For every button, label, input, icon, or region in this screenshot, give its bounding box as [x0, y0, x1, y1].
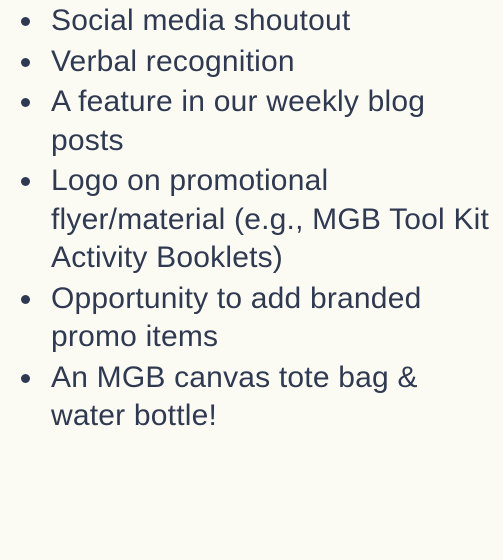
page: Social media shoutout Verbal recognition…: [0, 0, 503, 560]
bullet-icon: [21, 373, 30, 383]
list-item-text: Opportunity to add branded promo items: [51, 281, 422, 354]
bullet-icon: [21, 294, 30, 304]
bullet-icon: [21, 57, 30, 67]
list-item-text: A feature in our weekly blog posts: [51, 85, 426, 157]
bullet-icon: [21, 98, 30, 107]
bullet-icon: [21, 177, 30, 186]
bullet-icon: [21, 17, 30, 26]
list-item: A feature in our weekly blog posts: [0, 83, 503, 160]
list-item-text: Social media shoutout: [51, 4, 351, 37]
list-item-text: Verbal recognition: [51, 44, 295, 78]
list-item-text: An MGB canvas tote bag & water bottle!: [51, 360, 418, 433]
list-item: Logo on promotional flyer/material (e.g.…: [0, 162, 503, 278]
list-item: Opportunity to add branded promo items: [0, 280, 503, 357]
list-item: Verbal recognition: [0, 43, 503, 82]
list-item: An MGB canvas tote bag & water bottle!: [0, 359, 503, 436]
list-item-text: Logo on promotional flyer/material (e.g.…: [51, 164, 490, 274]
benefits-list: Social media shoutout Verbal recognition…: [0, 2, 503, 438]
list-item: Social media shoutout: [0, 2, 503, 41]
